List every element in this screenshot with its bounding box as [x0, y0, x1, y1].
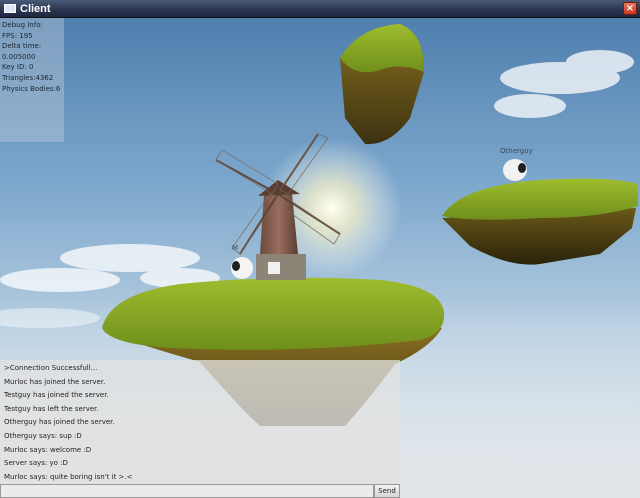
- local-player-name-tag: M: [232, 244, 239, 252]
- window-icon: [4, 4, 16, 13]
- chat-log: >Connection Successfull... Murloc has jo…: [0, 360, 400, 484]
- debug-line: Delta time:: [2, 42, 42, 51]
- chat-message: Server says: yo :D: [4, 459, 68, 468]
- debug-panel: Debug Info: FPS: 195 Delta time: 0.00500…: [0, 18, 64, 142]
- debug-line: Triangles:4362: [2, 73, 54, 82]
- chat-message: Murloc has joined the server.: [4, 377, 106, 386]
- debug-line: FPS: 195: [2, 31, 33, 40]
- chat-input[interactable]: [0, 484, 374, 498]
- debug-line: 0.005000: [2, 52, 36, 61]
- debug-line: Physics Bodies:6: [2, 84, 61, 93]
- send-button[interactable]: Send: [374, 484, 400, 498]
- floating-island-right: [442, 178, 638, 265]
- chat-message: Testguy has joined the server.: [4, 391, 109, 400]
- local-player-avatar: [231, 257, 253, 279]
- debug-line: Key ID: 0: [2, 63, 34, 72]
- chat-message: Murloc says: quite boring isn't it >.<: [4, 472, 133, 481]
- chat-message: Testguy has left the server.: [4, 404, 99, 413]
- close-icon[interactable]: ×: [623, 2, 637, 15]
- chat-message: Otherguy has joined the server.: [4, 418, 115, 427]
- debug-line: Debug Info:: [2, 21, 43, 29]
- chat-message: Murloc says: welcome :D: [4, 445, 92, 454]
- chat-message: Otherguy says: sup :D: [4, 431, 82, 440]
- title-bar: Client ×: [0, 0, 640, 18]
- game-viewport[interactable]: Debug Info: FPS: 195 Delta time: 0.00500…: [0, 18, 640, 498]
- other-player-name-tag: Otherguy: [500, 147, 533, 155]
- chat-input-row: Send: [0, 484, 400, 498]
- floating-rock-top: [340, 24, 425, 145]
- other-player-avatar: [503, 159, 527, 181]
- chat-message: >Connection Successfull...: [4, 364, 98, 372]
- window-title: Client: [20, 2, 51, 15]
